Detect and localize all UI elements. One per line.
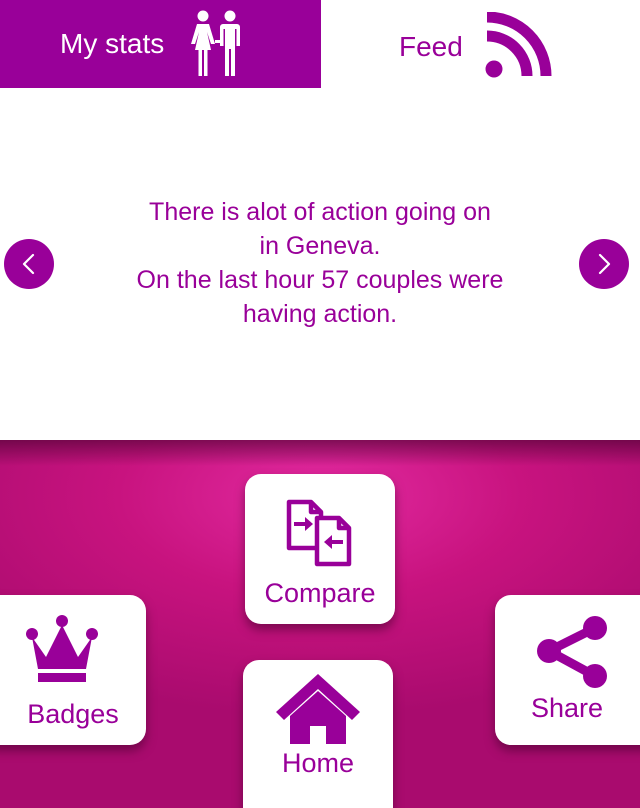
tab-feed-label: Feed (399, 31, 463, 62)
tab-my-stats[interactable]: My stats (0, 0, 321, 88)
share-label: Share (530, 693, 604, 723)
crown-icon (26, 615, 98, 682)
chevron-right-icon (598, 253, 611, 275)
badges-button[interactable]: Badges (0, 595, 146, 745)
feed-message-line: On the last hour 57 couples were (136, 266, 504, 294)
previous-button[interactable] (4, 239, 54, 289)
home-label: Home (281, 748, 355, 778)
feed-message-line: in Geneva. (259, 232, 381, 260)
tab-my-stats-label: My stats (60, 28, 165, 59)
rss-feed-icon (485, 12, 552, 78)
compare-button[interactable]: Compare (245, 474, 395, 624)
feed-message: There is alot of action going on in Gene… (100, 195, 540, 331)
home-button[interactable]: Home (243, 660, 393, 808)
compare-label: Compare (264, 578, 376, 608)
feed-message-line: There is alot of action going on (149, 198, 491, 226)
badges-label: Badges (27, 699, 119, 729)
share-button[interactable]: Share (495, 595, 640, 745)
share-icon (537, 616, 607, 688)
tab-feed[interactable]: Feed (321, 0, 640, 88)
home-icon (276, 674, 360, 744)
feed-message-line: having action. (242, 300, 398, 328)
compare-icon (286, 499, 352, 567)
next-button[interactable] (579, 239, 629, 289)
couple-icon (191, 10, 240, 76)
tab-bar: My stats Feed (0, 0, 640, 88)
action-panel: Compare Badges Share Home (0, 440, 640, 808)
chevron-left-icon (22, 253, 35, 275)
